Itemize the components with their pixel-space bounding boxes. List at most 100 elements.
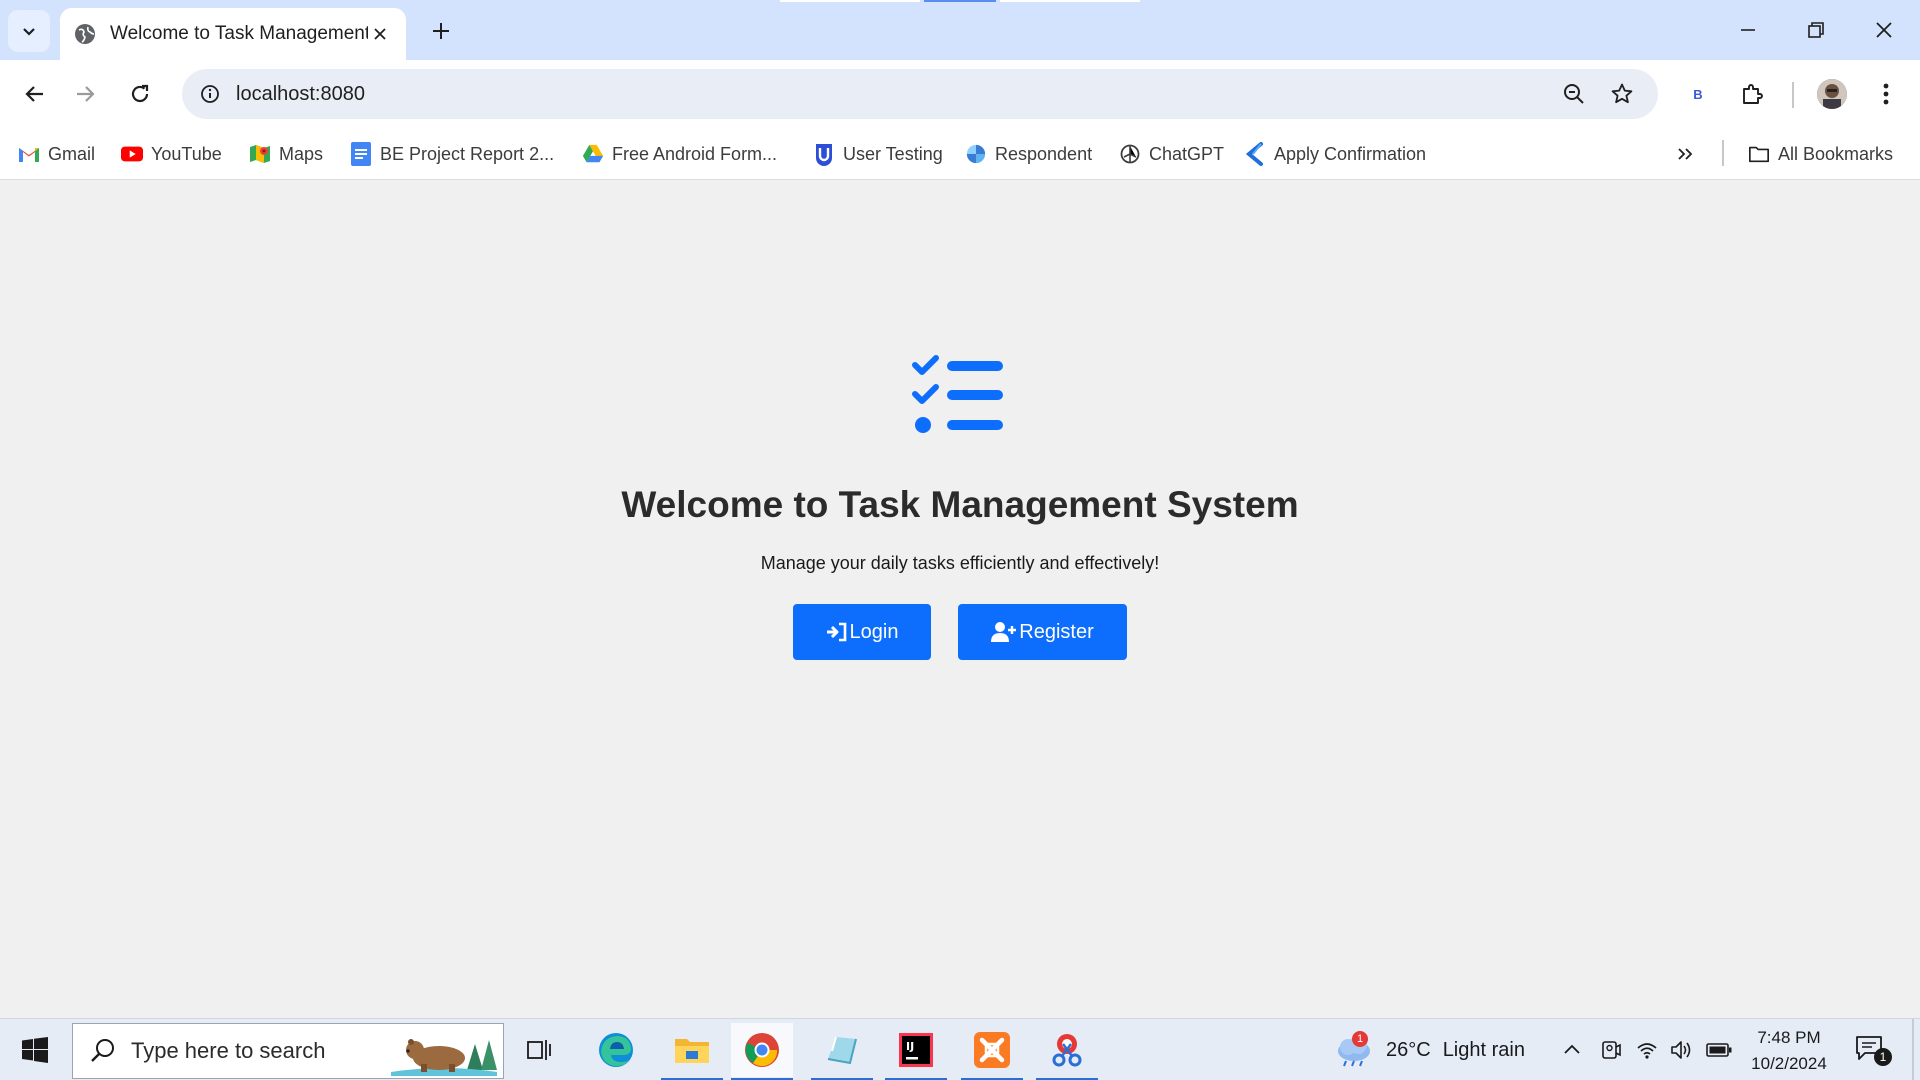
page-subtitle: Manage your daily tasks efficiently and … [760, 553, 1160, 573]
extension-b-button[interactable]: B [1676, 72, 1720, 116]
meet-now-button[interactable] [1600, 1019, 1622, 1080]
bookmark-label: Free Android Form... [612, 143, 778, 164]
bookmarks-bar: Gmail YouTube Maps BE Project Report 2..… [0, 128, 1920, 180]
all-bookmarks-button[interactable]: All Bookmarks [1748, 138, 1893, 170]
login-button[interactable]: Login [793, 604, 931, 660]
tab-strip-accent [1000, 0, 1140, 2]
task-list-icon [912, 355, 1003, 433]
chevron-up-icon [1564, 1044, 1580, 1054]
bookmark-label: Apply Confirmation [1274, 143, 1427, 164]
start-button[interactable] [10, 1029, 60, 1071]
tab-search-button[interactable] [8, 10, 50, 52]
battery-icon [1706, 1043, 1732, 1057]
all-bookmarks-label: All Bookmarks [1778, 143, 1894, 164]
weather-widget[interactable]: 1 26°C Light rain [1334, 1019, 1525, 1080]
taskbar-chrome[interactable] [731, 1023, 793, 1080]
restore-icon [1808, 22, 1824, 38]
battery-button[interactable] [1706, 1019, 1732, 1080]
bookmark-user-testing[interactable]: User Testing [813, 138, 943, 170]
taskbar-file-explorer[interactable] [661, 1023, 723, 1080]
show-desktop-button[interactable] [1912, 1019, 1914, 1080]
menu-button[interactable] [1864, 72, 1908, 116]
youtube-icon [121, 143, 143, 165]
bookmark-label: Respondent [995, 143, 1093, 164]
minimize-icon [1741, 29, 1755, 31]
taskbar-app[interactable] [811, 1023, 873, 1080]
notification-center-button[interactable]: 1 [1854, 1019, 1892, 1080]
tab-strip-accent [780, 0, 920, 2]
bookmark-label: YouTube [151, 143, 222, 164]
taskbar-intellij[interactable]: IJ [885, 1023, 947, 1080]
reload-icon [131, 84, 149, 103]
profile-button[interactable] [1810, 72, 1854, 116]
double-chevron-right-icon [1678, 148, 1693, 160]
minimize-button[interactable] [1720, 8, 1776, 52]
drive-icon [582, 143, 604, 165]
arrow-left-icon [25, 86, 43, 102]
login-label: Login [849, 620, 899, 643]
weather-temp: 26°C [1386, 1038, 1431, 1061]
search-icon [91, 1039, 114, 1062]
bookmark-maps[interactable]: Maps [249, 138, 323, 170]
show-hidden-icons-button[interactable] [1562, 1019, 1582, 1080]
taskbar: Type here to search IJ 1 26°C Light rain… [0, 1018, 1920, 1080]
edge-icon [599, 1033, 633, 1067]
arrow-right-icon [77, 86, 95, 102]
tab-title: Welcome to Task Management [110, 23, 368, 44]
system-clock[interactable]: 7:48 PM 10/2/2024 [1744, 1025, 1834, 1077]
tab-strip-accent [924, 0, 996, 2]
close-window-button[interactable] [1856, 8, 1912, 52]
tab-strip: Welcome to Task Management [0, 0, 1920, 60]
address-bar[interactable]: localhost:8080 [182, 69, 1658, 119]
restore-button[interactable] [1788, 8, 1844, 52]
taskbar-edge[interactable] [585, 1023, 647, 1077]
chevron-down-icon [23, 28, 35, 36]
bookmark-respondent[interactable]: Respondent [965, 138, 1092, 170]
bookmark-free-android[interactable]: Free Android Form... [582, 138, 777, 170]
search-placeholder: Type here to search [131, 1038, 326, 1063]
taskbar-snipping-tool[interactable] [1036, 1023, 1098, 1080]
folder-icon [675, 1039, 709, 1063]
extension-b-icon: B [1693, 86, 1703, 102]
more-bookmarks-button[interactable] [1676, 138, 1694, 170]
apply-icon [1244, 142, 1266, 166]
page-title: Welcome to Task Management System [621, 484, 1299, 525]
volume-button[interactable] [1670, 1019, 1694, 1080]
bookmark-gmail[interactable]: Gmail [18, 138, 95, 170]
bookmark-label: Gmail [48, 143, 96, 164]
bookmark-be-project[interactable]: BE Project Report 2... [350, 138, 554, 170]
toolbar-divider [1792, 82, 1794, 108]
url-text[interactable]: localhost:8080 [236, 83, 365, 106]
page-content: Welcome to Task Management System Manage… [0, 181, 1920, 1018]
new-tab-button[interactable] [424, 14, 458, 48]
taskbar-xampp[interactable] [961, 1023, 1023, 1080]
chatgpt-icon [1119, 143, 1141, 165]
puzzle-icon [1743, 84, 1763, 104]
register-button[interactable]: Register [958, 604, 1127, 660]
rain-cloud-icon: 1 [1334, 1031, 1374, 1067]
bookmark-label: Maps [279, 143, 324, 164]
forward-button[interactable] [64, 72, 108, 116]
folder-icon [1748, 143, 1770, 165]
bookmark-youtube[interactable]: YouTube [121, 138, 222, 170]
browser-tab[interactable]: Welcome to Task Management [60, 8, 406, 60]
zoom-icon[interactable] [1558, 78, 1590, 110]
extensions-button[interactable] [1730, 72, 1774, 116]
bookmark-chatgpt[interactable]: ChatGPT [1119, 138, 1224, 170]
task-view-button[interactable] [508, 1023, 570, 1077]
close-icon[interactable] [368, 22, 392, 46]
meet-icon [1602, 1041, 1621, 1059]
reload-button[interactable] [118, 72, 162, 116]
network-button[interactable] [1636, 1019, 1658, 1080]
back-button[interactable] [12, 72, 56, 116]
bookmark-star-icon[interactable] [1606, 78, 1638, 110]
bookmark-apply-confirmation[interactable]: Apply Confirmation [1244, 138, 1426, 170]
xampp-icon [974, 1032, 1010, 1068]
bookmark-label: User Testing [843, 143, 943, 164]
taskbar-search[interactable]: Type here to search [72, 1023, 504, 1079]
windows-icon [22, 1037, 48, 1063]
bear-illustration-icon [391, 1039, 497, 1076]
register-label: Register [1019, 620, 1094, 643]
site-info-icon[interactable] [194, 78, 226, 110]
sign-in-icon [826, 622, 846, 642]
